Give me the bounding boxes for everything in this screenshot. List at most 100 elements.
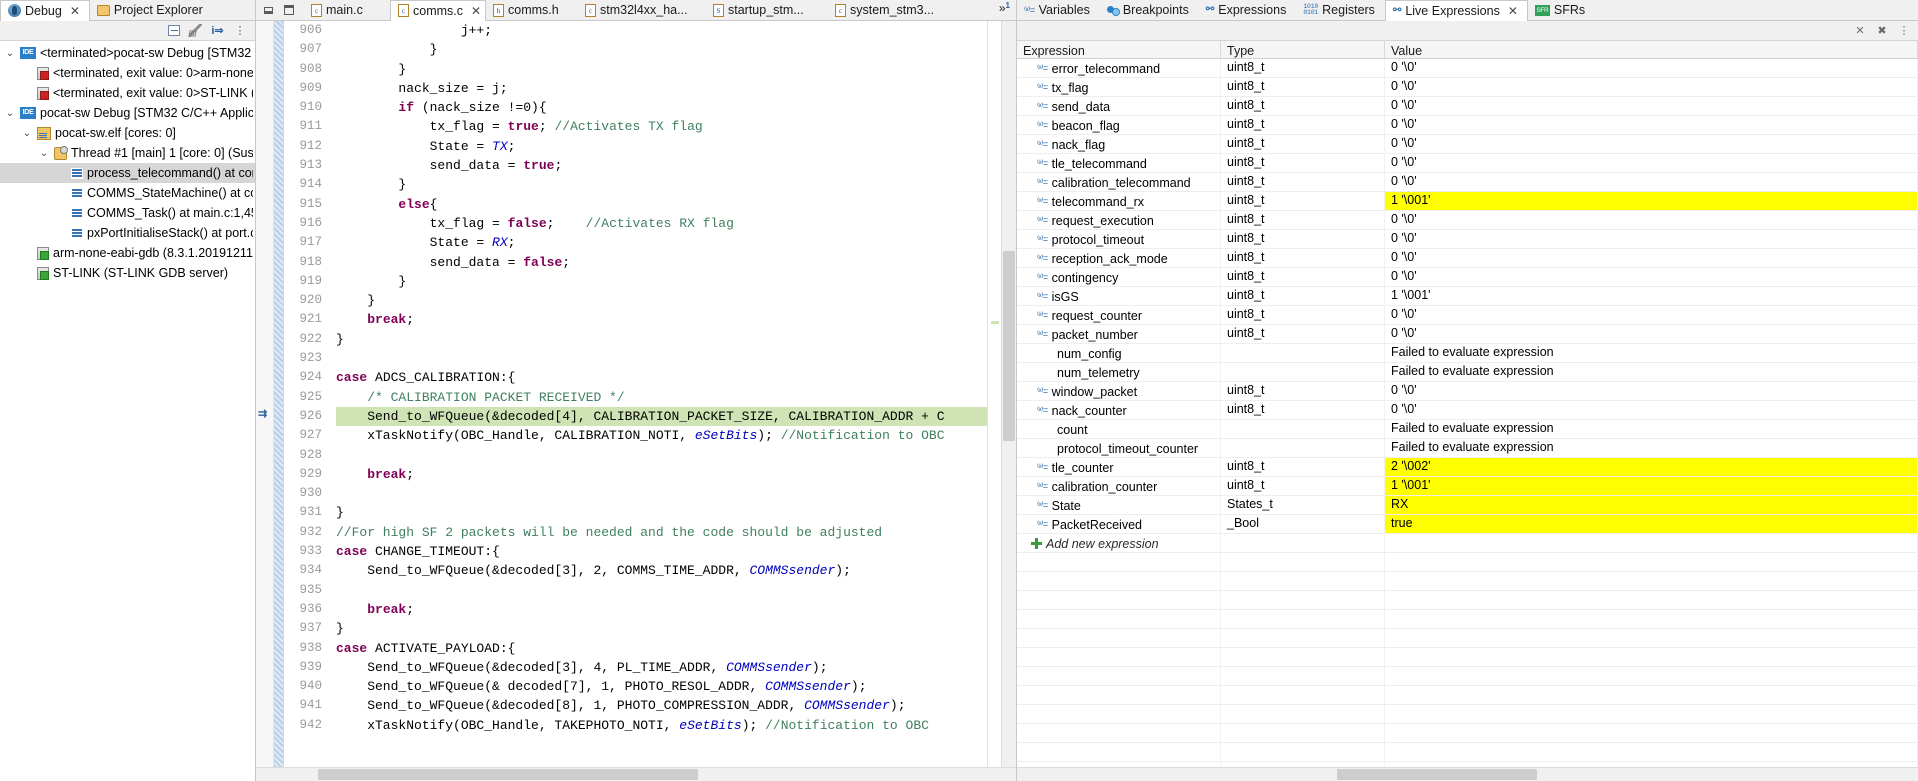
cell-type[interactable]: uint8_t: [1221, 401, 1385, 419]
debug-tree-item[interactable]: ⌄ pocat-sw.elf [cores: 0]: [0, 123, 255, 143]
code-line-current-execution[interactable]: Send_to_WFQueue(&decoded[4], CALIBRATION…: [336, 406, 987, 427]
editor-tab-main-c[interactable]: c main.c: [304, 0, 390, 20]
cell-expression[interactable]: Add new expression: [1017, 534, 1221, 552]
cell-type[interactable]: uint8_t: [1221, 116, 1385, 134]
expand-chevron-icon[interactable]: ⌄: [21, 128, 33, 139]
tab-project-explorer[interactable]: Project Explorer: [90, 0, 213, 20]
code-line[interactable]: if (nack_size !=0){: [336, 98, 987, 117]
tab-live-expressions[interactable]: ⚯ Live Expressions ✕: [1384, 0, 1528, 21]
debug-tree-item[interactable]: <terminated, exit value: 0>ST-LINK (S: [0, 83, 255, 103]
table-row[interactable]: ⁽ˣ⁾= reception_ack_mode uint8_t 0 '\0': [1017, 249, 1918, 268]
table-row[interactable]: protocol_timeout_counter Failed to evalua…: [1017, 439, 1918, 458]
table-row[interactable]: ⁽ˣ⁾= tle_telecommand uint8_t 0 '\0': [1017, 154, 1918, 173]
add-new-expression-row[interactable]: Add new expression: [1017, 534, 1918, 553]
cell-value[interactable]: 0 '\0': [1385, 249, 1918, 267]
debug-tree-item[interactable]: ⌄ IDE <terminated>pocat-sw Debug [STM32 (: [0, 43, 255, 63]
cell-type[interactable]: uint8_t: [1221, 97, 1385, 115]
code-line[interactable]: }: [336, 619, 987, 638]
code-line[interactable]: /* CALIBRATION PACKET RECEIVED */: [336, 388, 987, 407]
remove-all-icon[interactable]: ✖: [1875, 24, 1889, 38]
cell-expression[interactable]: ⁽ˣ⁾= request_counter: [1017, 306, 1221, 324]
editor-hscroll-thumb[interactable]: [318, 769, 698, 780]
editor-tab-comms-c[interactable]: c comms.c ✕: [390, 0, 486, 21]
cell-expression[interactable]: count: [1017, 420, 1221, 438]
editor-vscroll-thumb[interactable]: [1003, 251, 1015, 441]
cell-value[interactable]: 1 '\001': [1385, 477, 1918, 495]
code-line[interactable]: State = RX;: [336, 233, 987, 252]
cell-type[interactable]: [1221, 363, 1385, 381]
table-row[interactable]: ⁽ˣ⁾= send_data uint8_t 0 '\0': [1017, 97, 1918, 116]
table-row[interactable]: ⁽ˣ⁾= nack_counter uint8_t 0 '\0': [1017, 401, 1918, 420]
debug-tree-item[interactable]: <terminated, exit value: 0>arm-none: [0, 63, 255, 83]
view-menu-icon[interactable]: ⋮: [232, 23, 247, 38]
table-row[interactable]: ⁽ˣ⁾= State States_t RX: [1017, 496, 1918, 515]
code-line[interactable]: j++;: [336, 21, 987, 40]
table-row[interactable]: ⁽ˣ⁾= calibration_telecommand uint8_t 0 '\0': [1017, 173, 1918, 192]
cell-type[interactable]: _Bool: [1221, 515, 1385, 533]
cell-type[interactable]: uint8_t: [1221, 458, 1385, 476]
code-line[interactable]: [336, 484, 987, 503]
minimize-icon[interactable]: [262, 4, 275, 16]
cell-type[interactable]: uint8_t: [1221, 268, 1385, 286]
editor-marker-column[interactable]: ⇉: [256, 21, 274, 767]
table-row[interactable]: ⁽ˣ⁾= telecommand_rx uint8_t 1 '\001': [1017, 192, 1918, 211]
cell-type[interactable]: uint8_t: [1221, 287, 1385, 305]
code-line[interactable]: }: [336, 175, 987, 194]
cell-type[interactable]: uint8_t: [1221, 382, 1385, 400]
cell-value[interactable]: 0 '\0': [1385, 116, 1918, 134]
cell-type[interactable]: uint8_t: [1221, 211, 1385, 229]
cell-expression[interactable]: ⁽ˣ⁾= PacketReceived: [1017, 515, 1221, 533]
cell-value[interactable]: 0 '\0': [1385, 325, 1918, 343]
cell-type[interactable]: uint8_t: [1221, 135, 1385, 153]
view-menu-icon[interactable]: ⋮: [1897, 24, 1911, 38]
code-line[interactable]: case ADCS_CALIBRATION:{: [336, 368, 987, 387]
expressions-horizontal-scrollbar[interactable]: [1017, 767, 1918, 781]
debug-tree-item[interactable]: ST-LINK (ST-LINK GDB server): [0, 263, 255, 283]
table-row[interactable]: ⁽ˣ⁾= isGS uint8_t 1 '\001': [1017, 287, 1918, 306]
table-row[interactable]: ⁽ˣ⁾= calibration_counter uint8_t 1 '\001': [1017, 477, 1918, 496]
cell-type[interactable]: uint8_t: [1221, 306, 1385, 324]
code-line[interactable]: Send_to_WFQueue(&decoded[8], 1, PHOTO_CO…: [336, 696, 987, 715]
cell-expression[interactable]: ⁽ˣ⁾= tle_counter: [1017, 458, 1221, 476]
editor-tab-startup-stm[interactable]: Sstartup_stm...: [706, 0, 828, 20]
cell-type[interactable]: uint8_t: [1221, 192, 1385, 210]
code-line[interactable]: break;: [336, 310, 987, 329]
cell-value[interactable]: 0 '\0': [1385, 211, 1918, 229]
more-tabs-chevron-icon[interactable]: » 1: [993, 0, 1016, 20]
table-row[interactable]: ⁽ˣ⁾= PacketReceived _Bool true: [1017, 515, 1918, 534]
code-line[interactable]: [336, 446, 987, 465]
cell-value[interactable]: 0 '\0': [1385, 173, 1918, 191]
table-row[interactable]: ⁽ˣ⁾= tx_flag uint8_t 0 '\0': [1017, 78, 1918, 97]
broom-icon[interactable]: [188, 23, 203, 38]
code-line[interactable]: }: [336, 40, 987, 59]
code-line[interactable]: xTaskNotify(OBC_Handle, CALIBRATION_NOTI…: [336, 426, 987, 445]
table-row[interactable]: ⁽ˣ⁾= beacon_flag uint8_t 0 '\0': [1017, 116, 1918, 135]
tab-expressions[interactable]: ⚯ Expressions: [1199, 0, 1296, 20]
cell-expression[interactable]: ⁽ˣ⁾= error_telecommand: [1017, 59, 1221, 77]
cell-value[interactable]: 2 '\002': [1385, 458, 1918, 476]
code-line[interactable]: break;: [336, 465, 987, 484]
code-line[interactable]: //For high SF 2 packets will be needed a…: [336, 523, 987, 542]
cell-value[interactable]: 0 '\0': [1385, 97, 1918, 115]
cell-type[interactable]: [1221, 420, 1385, 438]
code-line[interactable]: tx_flag = true; //Activates TX flag: [336, 117, 987, 136]
code-line[interactable]: xTaskNotify(OBC_Handle, TAKEPHOTO_NOTI, …: [336, 716, 987, 735]
code-line[interactable]: Send_to_WFQueue(&decoded[3], 2, COMMS_TI…: [336, 561, 987, 580]
cell-type[interactable]: uint8_t: [1221, 325, 1385, 343]
table-row[interactable]: ⁽ˣ⁾= tle_counter uint8_t 2 '\002': [1017, 458, 1918, 477]
code-line[interactable]: }: [336, 60, 987, 79]
code-line[interactable]: }: [336, 330, 987, 349]
code-line[interactable]: break;: [336, 600, 987, 619]
cell-expression[interactable]: ⁽ˣ⁾= request_execution: [1017, 211, 1221, 229]
code-line[interactable]: send_data = false;: [336, 253, 987, 272]
cell-type[interactable]: uint8_t: [1221, 154, 1385, 172]
cell-expression[interactable]: ⁽ˣ⁾= nack_counter: [1017, 401, 1221, 419]
table-row[interactable]: num_config Failed to evaluate expression: [1017, 344, 1918, 363]
code-line[interactable]: tx_flag = false; //Activates RX flag: [336, 214, 987, 233]
expand-chevron-icon[interactable]: ⌄: [4, 108, 16, 119]
table-row[interactable]: ⁽ˣ⁾= packet_number uint8_t 0 '\0': [1017, 325, 1918, 344]
code-line[interactable]: case ACTIVATE_PAYLOAD:{: [336, 639, 987, 658]
remove-icon[interactable]: ✕: [1853, 24, 1867, 38]
editor-vertical-scrollbar[interactable]: [1001, 21, 1016, 767]
code-line[interactable]: }: [336, 503, 987, 522]
